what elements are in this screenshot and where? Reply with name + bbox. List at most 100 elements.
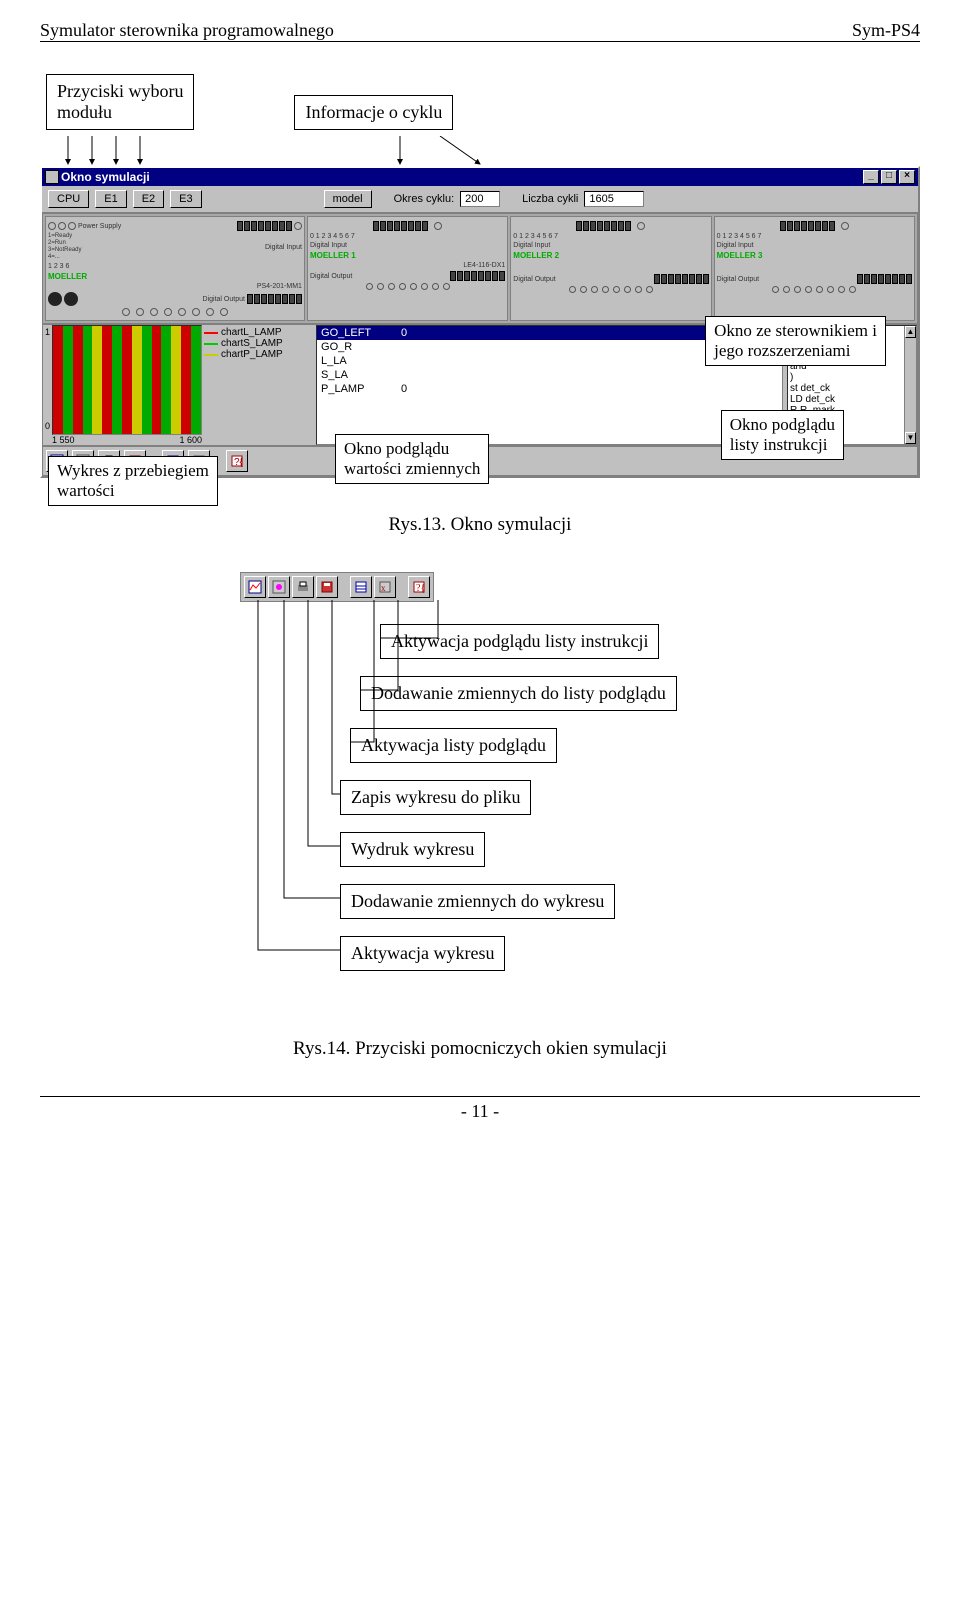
module-button-e3[interactable]: E3 xyxy=(170,190,201,208)
digital-output-label: Digital Output xyxy=(513,276,555,283)
digital-input-label: Digital Input xyxy=(310,242,347,249)
terminal-icon xyxy=(366,283,373,290)
callout-cycle-info: Informacje o cyklu xyxy=(294,95,453,130)
il-line: st det_ck xyxy=(790,383,914,394)
model-button[interactable]: model xyxy=(324,190,372,208)
terminal-icon xyxy=(827,286,834,293)
digital-output-label: Digital Output xyxy=(203,296,245,303)
knob-icon xyxy=(48,292,62,306)
plc-rack: Power Supply 1=Ready 2=Run 3=NotReady 4=… xyxy=(42,213,918,324)
terminal-icon xyxy=(602,286,609,293)
chart-x-tick: 1 550 xyxy=(52,435,75,445)
page-number: - 11 - xyxy=(40,1096,920,1122)
module-button-cpu[interactable]: CPU xyxy=(48,190,89,208)
callout-variable-values: Okno podgląduwartości zmiennych xyxy=(335,434,489,484)
variable-row[interactable]: S_LA xyxy=(317,368,782,382)
led-icon xyxy=(434,222,442,230)
page-header-right: Sym-PS4 xyxy=(852,20,920,41)
il-line: ) xyxy=(790,372,914,383)
scroll-up-button[interactable]: ▲ xyxy=(905,326,916,338)
terminal-icon xyxy=(591,286,598,293)
bit-index-label: 0 1 2 3 4 5 6 7 xyxy=(310,233,355,240)
callout-connector-lines xyxy=(40,572,740,992)
power-supply-label: Power Supply xyxy=(78,223,121,230)
digital-input-label: Digital Input xyxy=(513,242,550,249)
callout-arrows-top xyxy=(40,136,920,166)
terminal-icon xyxy=(388,283,395,290)
terminal-icon xyxy=(783,286,790,293)
module-button-e1[interactable]: E1 xyxy=(95,190,126,208)
digital-output-label: Digital Output xyxy=(717,276,759,283)
terminal-icon xyxy=(580,286,587,293)
figure-13-caption: Rys.13. Okno symulacji xyxy=(40,514,920,536)
terminal-icon xyxy=(624,286,631,293)
cycle-period-label: Okres cyklu: xyxy=(394,193,455,205)
minimize-button[interactable]: _ xyxy=(863,170,879,184)
slot-label: PS4-201-MM1 xyxy=(257,283,302,290)
brand-label: MOELLER 2 xyxy=(513,251,559,260)
terminal-icon xyxy=(794,286,801,293)
module-toolbar: CPU E1 E2 E3 model Okres cyklu: 200 Licz… xyxy=(42,186,918,213)
terminal-icon xyxy=(569,286,576,293)
digital-input-label: Digital Input xyxy=(265,244,302,251)
bit-index-label: 0 1 2 3 4 5 6 7 xyxy=(513,233,558,240)
terminal-icon xyxy=(443,283,450,290)
legend-label: chartP_LAMP xyxy=(221,349,283,360)
cycle-count-label: Liczba cykli xyxy=(522,193,578,205)
terminal-icon xyxy=(421,283,428,290)
chart-legend: chartL_LAMP chartS_LAMP chartP_LAMP xyxy=(202,325,312,445)
led-icon xyxy=(637,222,645,230)
digital-output-lamps xyxy=(247,294,302,304)
callout-il-preview: Okno podglądulisty instrukcji xyxy=(721,410,844,460)
terminal-icon xyxy=(849,286,856,293)
led-icon xyxy=(841,222,849,230)
terminal-icon xyxy=(646,286,653,293)
module-button-e2[interactable]: E2 xyxy=(133,190,164,208)
chart-pane[interactable] xyxy=(52,325,202,435)
figure-14-caption: Rys.14. Przyciski pomocniczych okien sym… xyxy=(40,1038,920,1060)
chart-x-tick: 1 600 xyxy=(179,435,202,445)
chart-y-tick: 1 xyxy=(45,327,50,337)
terminal-icon xyxy=(206,308,214,316)
knob-icon xyxy=(64,292,78,306)
terminal-icon xyxy=(399,283,406,290)
led-icon xyxy=(68,222,76,230)
close-button[interactable]: × xyxy=(899,170,915,184)
callout-controller-window: Okno ze sterownikiem ijego rozszerzeniam… xyxy=(705,316,886,366)
cycle-period-input[interactable]: 200 xyxy=(460,191,500,207)
bit-index-label: 0 1 2 3 4 5 6 7 xyxy=(717,233,762,240)
page-header-left: Symulator sterownika programowalnego xyxy=(40,20,334,41)
terminal-icon xyxy=(220,308,228,316)
led-icon xyxy=(58,222,66,230)
digital-output-lamps xyxy=(857,274,912,284)
brand-label: MOELLER xyxy=(48,272,87,281)
svg-text:?{: ?{ xyxy=(234,457,244,468)
led-icon xyxy=(48,222,56,230)
terminal-icon xyxy=(136,308,144,316)
legend-label: chartL_LAMP xyxy=(221,327,282,338)
digital-input-lamps xyxy=(576,221,631,231)
brand-label: MOELLER 1 xyxy=(310,251,356,260)
terminal-icon xyxy=(377,283,384,290)
terminal-icon xyxy=(192,308,200,316)
terminal-icon xyxy=(178,308,186,316)
il-preview-activate-icon[interactable]: ?{ xyxy=(226,450,248,472)
terminal-icon xyxy=(816,286,823,293)
digital-output-lamps xyxy=(450,271,505,281)
il-line: LD det_ck xyxy=(790,394,914,405)
chart-y-tick: 0 xyxy=(45,421,50,431)
terminal-icon xyxy=(772,286,779,293)
scroll-down-button[interactable]: ▼ xyxy=(905,432,916,444)
scrollbar[interactable]: ▲ ▼ xyxy=(904,326,916,444)
legend-color-icon xyxy=(204,343,218,345)
variable-row[interactable]: P_LAMP0 xyxy=(317,382,782,396)
terminal-icon xyxy=(410,283,417,290)
brand-label: MOELLER 3 xyxy=(717,251,763,260)
terminal-icon xyxy=(432,283,439,290)
maximize-button[interactable]: □ xyxy=(881,170,897,184)
terminal-icon xyxy=(164,308,172,316)
legend-label: chartS_LAMP xyxy=(221,338,283,349)
terminal-icon xyxy=(838,286,845,293)
cycle-count-input[interactable]: 1605 xyxy=(584,191,644,207)
window-title: Okno symulacji xyxy=(59,170,861,184)
